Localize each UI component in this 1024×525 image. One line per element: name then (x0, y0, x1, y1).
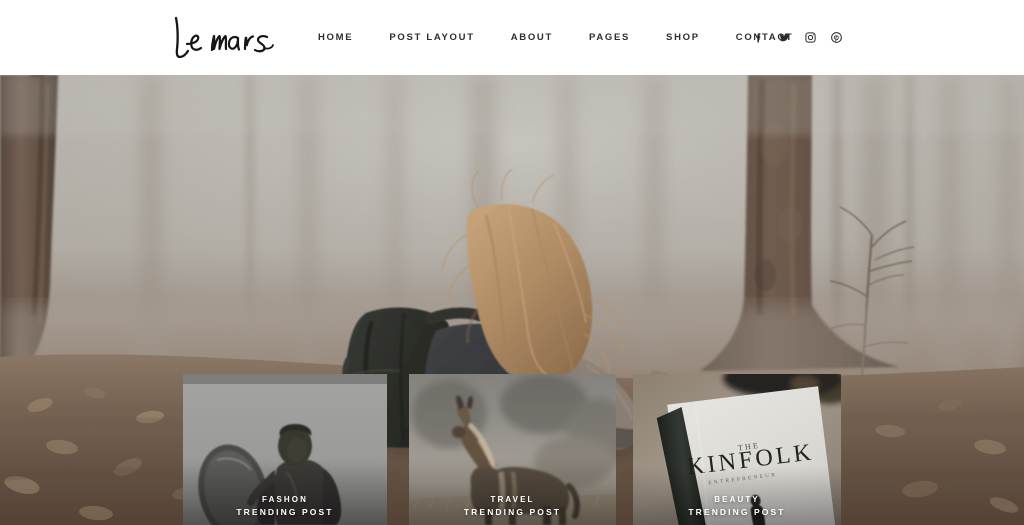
site-logo[interactable] (168, 11, 278, 63)
trending-card-fashion[interactable]: FASHON TRENDING POST (183, 374, 387, 525)
nav-item-shop[interactable]: SHOP (648, 32, 718, 43)
card-image-horse (409, 374, 616, 525)
main-navigation: HOME POST LAYOUT ABOUT PAGES SHOP CONTAC… (300, 0, 811, 75)
instagram-icon[interactable] (803, 30, 818, 45)
nav-item-about[interactable]: ABOUT (493, 32, 571, 43)
hero-section: FASHON TRENDING POST TRAVEL TRENDING POS… (0, 75, 1024, 525)
pinterest-icon[interactable] (829, 30, 844, 45)
social-links (751, 0, 844, 75)
trending-card-beauty[interactable]: THE KINFOLK ENTREPRENEUR BEAUTY TRENDING… (633, 374, 841, 525)
nav-item-post-layout[interactable]: POST LAYOUT (371, 32, 492, 43)
trending-card-travel[interactable]: TRAVEL TRENDING POST (409, 374, 616, 525)
nav-item-pages[interactable]: PAGES (571, 32, 648, 43)
nav-item-home[interactable]: HOME (300, 32, 371, 43)
card-image-surfer (183, 374, 387, 525)
card-image-kinfolk: THE KINFOLK ENTREPRENEUR (633, 374, 841, 525)
facebook-icon[interactable] (751, 30, 766, 45)
twitter-icon[interactable] (777, 30, 792, 45)
site-header: HOME POST LAYOUT ABOUT PAGES SHOP CONTAC… (0, 0, 1024, 75)
trending-cards: FASHON TRENDING POST TRAVEL TRENDING POS… (0, 374, 1024, 525)
